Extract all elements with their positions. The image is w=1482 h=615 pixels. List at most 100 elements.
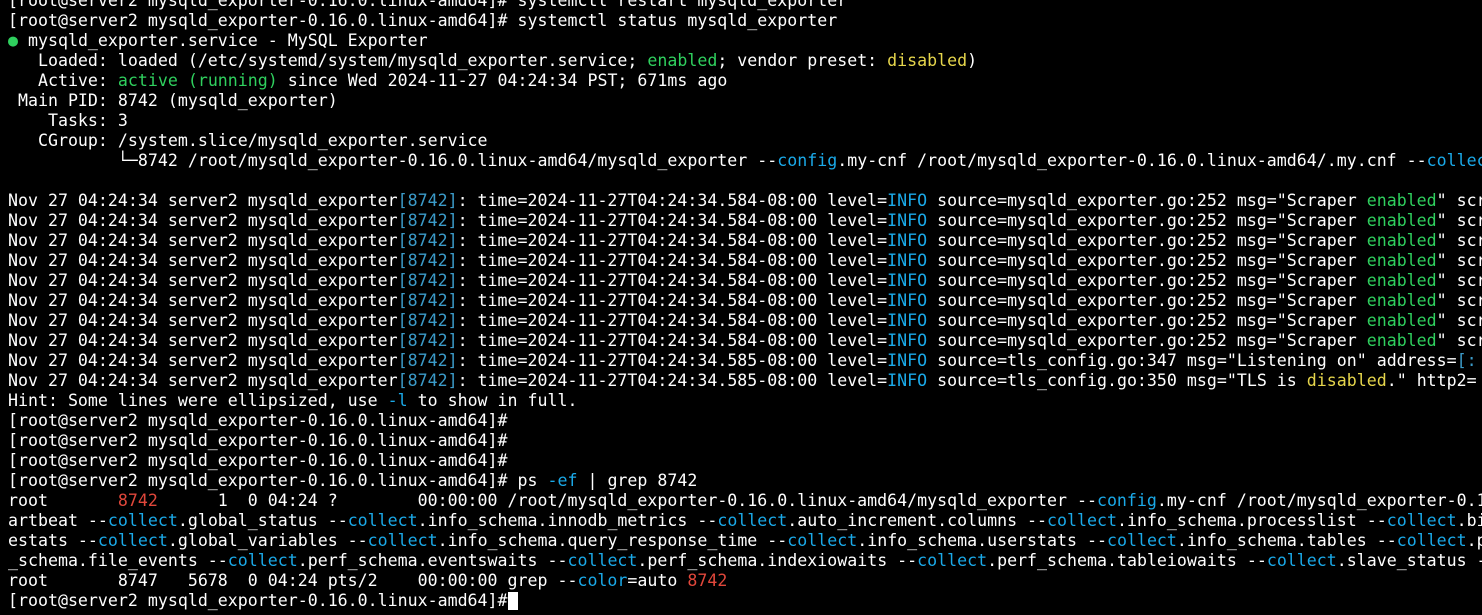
- log-tail: " scr: [1436, 291, 1482, 310]
- command-text: systemctl status mysqld_exporter: [507, 11, 838, 30]
- ps-wrap-line: _schema.file_events --collect.perf_schem…: [8, 551, 1482, 571]
- ps-command-text: artbeat --: [8, 511, 108, 530]
- log-source: source=mysqld_exporter.go:252 msg="Scrap…: [927, 291, 1367, 310]
- prompt-line: [root@server2 mysqld_exporter-0.16.0.lin…: [8, 0, 1482, 11]
- log-source: source=tls_config.go:347 msg="Listening …: [927, 351, 1457, 370]
- log-source: source=mysqld_exporter.go:252 msg="Scrap…: [927, 251, 1367, 270]
- config-flag: config: [1096, 491, 1157, 510]
- log-time: : time=2024-11-27T04:24:34.585-08:00 lev…: [457, 351, 888, 370]
- log-enabled: enabled: [1366, 291, 1437, 310]
- log-tail: " scr: [1436, 271, 1482, 290]
- collect-flag: collect: [227, 551, 298, 570]
- log-prefix: Nov 27 04:24:34 server2 mysqld_exporter: [8, 251, 398, 270]
- log-tail: " scr: [1436, 211, 1482, 230]
- log-line: Nov 27 04:24:34 server2 mysqld_exporter[…: [8, 191, 1482, 211]
- collect-flag: collect: [717, 511, 788, 530]
- service-unit-line: ● mysqld_exporter.service - MySQL Export…: [8, 31, 1482, 51]
- ps-command-text: .slave_status -: [1336, 551, 1482, 570]
- log-line: Nov 27 04:24:34 server2 mysqld_exporter[…: [8, 231, 1482, 251]
- log-enabled: enabled: [1366, 191, 1437, 210]
- ps-command-text: _schema.file_events --: [8, 551, 228, 570]
- ps-command-text: estats --: [8, 531, 98, 550]
- log-source: source=mysqld_exporter.go:252 msg="Scrap…: [927, 311, 1367, 330]
- log-pid: [8742]: [397, 211, 458, 230]
- log-pid: [8742]: [397, 351, 458, 370]
- loaded-line: Loaded: loaded (/etc/systemd/system/mysq…: [8, 51, 1482, 71]
- log-pid: [8742]: [397, 371, 458, 390]
- ps-command-text: .info_schema.query_response_time --: [437, 531, 788, 550]
- log-tail: " scr: [1436, 191, 1482, 210]
- log-source: source=mysqld_exporter.go:252 msg="Scrap…: [927, 211, 1367, 230]
- collect-flag: collect: [107, 511, 178, 530]
- prompt: [root@server2 mysqld_exporter-0.16.0.lin…: [8, 0, 508, 10]
- collect-flag: collect: [1396, 531, 1467, 550]
- prompt-line: [root@server2 mysqld_exporter-0.16.0.lin…: [8, 11, 1482, 31]
- prompt: [root@server2 mysqld_exporter-0.16.0.lin…: [8, 11, 508, 30]
- ps-wrap-line: estats --collect.global_variables --coll…: [8, 531, 1482, 551]
- log-enabled: enabled: [1366, 251, 1437, 270]
- collect-flag: collect: [367, 531, 438, 550]
- prompt: [root@server2 mysqld_exporter-0.16.0.lin…: [8, 471, 508, 490]
- log-tail: " scr: [1436, 231, 1482, 250]
- active-state: active (running): [117, 71, 278, 90]
- loaded-text: ): [967, 51, 978, 70]
- ps-row: root 8747 5678 0 04:24 pts/2 00:00:00 gr…: [8, 571, 1482, 591]
- log-enabled: enabled: [1366, 271, 1437, 290]
- cgroup-tree-line: └─8742 /root/mysqld_exporter-0.16.0.linu…: [8, 151, 1482, 171]
- log-pid: [8742]: [397, 191, 458, 210]
- log-source: source=mysqld_exporter.go:252 msg="Scrap…: [927, 191, 1367, 210]
- grep-match: 8742: [687, 571, 728, 590]
- cgroup-line: CGroup: /system.slice/mysqld_exporter.se…: [8, 131, 488, 150]
- log-pid: [8742]: [397, 331, 458, 350]
- log-time: : time=2024-11-27T04:24:34.584-08:00 lev…: [457, 291, 888, 310]
- log-source: source=tls_config.go:350 msg="TLS is: [927, 371, 1307, 390]
- ps-command-text: .global_status --: [177, 511, 348, 530]
- terminal-window[interactable]: [root@server2 mysqld_exporter-0.16.0.lin…: [0, 0, 1482, 615]
- collect-flag: collect: [1266, 551, 1337, 570]
- log-prefix: Nov 27 04:24:34 server2 mysqld_exporter: [8, 211, 398, 230]
- log-line: Nov 27 04:24:34 server2 mysqld_exporter[…: [8, 371, 1482, 391]
- log-level: INFO: [887, 331, 928, 350]
- command-flag: -ef: [547, 471, 578, 490]
- log-tail: " scr: [1436, 251, 1482, 270]
- ps-command-text: .bi: [1456, 511, 1482, 530]
- log-prefix: Nov 27 04:24:34 server2 mysqld_exporter: [8, 271, 398, 290]
- log-enabled: enabled: [1366, 211, 1437, 230]
- prompt: [root@server2 mysqld_exporter-0.16.0.lin…: [8, 591, 508, 610]
- terminal-cursor[interactable]: [507, 592, 518, 610]
- ps-command-text: .perf_schema.tableiowaits --: [987, 551, 1267, 570]
- active-since: since Wed 2024-11-27 04:24:34 PST; 671ms…: [277, 71, 728, 90]
- log-source: source=mysqld_exporter.go:252 msg="Scrap…: [927, 231, 1367, 250]
- main-pid-line: Main PID: 8742 (mysqld_exporter): [8, 91, 338, 110]
- ps-command: .my-cnf /root/mysqld_exporter-0.1: [1156, 491, 1482, 510]
- command-text: | grep 8742: [577, 471, 698, 490]
- log-level: INFO: [887, 231, 928, 250]
- service-unit-title: mysqld_exporter.service - MySQL Exporter: [18, 31, 428, 50]
- color-flag: color: [577, 571, 628, 590]
- log-level: INFO: [887, 371, 928, 390]
- command-text: systemctl restart mysqld_exporter: [507, 0, 848, 10]
- tree-text: .my-cnf /root/mysqld_exporter-0.16.0.lin…: [837, 151, 1427, 170]
- hint-flag: -l: [387, 391, 408, 410]
- prompt-line[interactable]: [root@server2 mysqld_exporter-0.16.0.lin…: [8, 591, 1482, 611]
- log-level: INFO: [887, 251, 928, 270]
- log-enabled: enabled: [1366, 311, 1437, 330]
- log-prefix: Nov 27 04:24:34 server2 mysqld_exporter: [8, 291, 398, 310]
- log-tail: ." http2=: [1386, 371, 1477, 390]
- ps-pid: 8742: [107, 491, 158, 510]
- collect-flag: collect: [917, 551, 988, 570]
- prompt-line: [root@server2 mysqld_exporter-0.16.0.lin…: [8, 451, 508, 470]
- log-enabled: enabled: [1366, 331, 1437, 350]
- ps-wrap-line: artbeat --collect.global_status --collec…: [8, 511, 1482, 531]
- ps-command-text: .p: [1466, 531, 1482, 550]
- log-address: [:: [1456, 351, 1477, 370]
- active-label: Active:: [8, 71, 118, 90]
- log-time: : time=2024-11-27T04:24:34.584-08:00 lev…: [457, 331, 888, 350]
- log-prefix: Nov 27 04:24:34 server2 mysqld_exporter: [8, 191, 398, 210]
- log-line: Nov 27 04:24:34 server2 mysqld_exporter[…: [8, 271, 1482, 291]
- log-source: source=mysqld_exporter.go:252 msg="Scrap…: [927, 331, 1367, 350]
- log-prefix: Nov 27 04:24:34 server2 mysqld_exporter: [8, 231, 398, 250]
- log-time: : time=2024-11-27T04:24:34.584-08:00 lev…: [457, 271, 888, 290]
- ps-command-text: .info_schema.tables --: [1176, 531, 1397, 550]
